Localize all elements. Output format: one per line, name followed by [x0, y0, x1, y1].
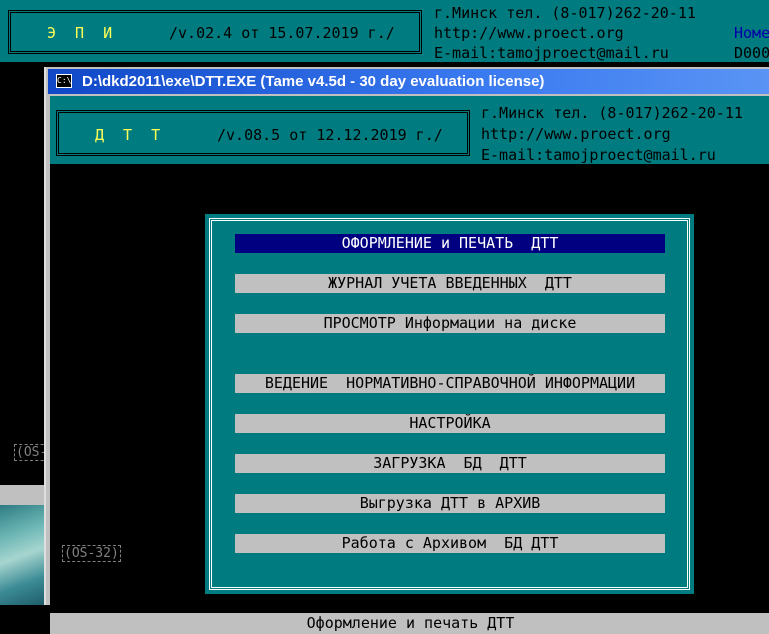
- app-name: Д Т Т: [95, 126, 166, 144]
- app-title-box: Д Т Т /v.08.5 от 12.12.2019 г./: [56, 110, 470, 156]
- menu-item-disk-info-view[interactable]: ПРОСМОТР Информации на диске: [235, 314, 665, 333]
- dtt-window: C:\ D:\dkd2011\exe\DTT.EXE (Tame v4.5d -…: [44, 67, 769, 634]
- menu-item-reference-data[interactable]: ВЕДЕНИЕ НОРМАТИВНО-СПРАВОЧНОЙ ИНФОРМАЦИИ: [235, 374, 665, 393]
- app-version: /v.08.5 от 12.12.2019 г./: [217, 126, 443, 144]
- background-header: Э П И /v.02.4 от 15.07.2019 г./ г.Минск …: [0, 0, 769, 62]
- contact-url: http://www.proect.org: [481, 125, 671, 143]
- background-app-name: Э П И: [47, 24, 118, 42]
- console-icon[interactable]: C:\: [56, 74, 72, 88]
- menu-item-dtt-preparation-print[interactable]: ОФОРМЛЕНИЕ и ПЕЧАТЬ ДТТ: [235, 234, 665, 253]
- background-contact-phone: г.Минск тел. (8-017)262-20-11: [434, 4, 696, 22]
- menu-item-archive-work[interactable]: Работа с Архивом БД ДТТ: [235, 534, 665, 553]
- background-number-label: Номе: [734, 24, 769, 42]
- status-bar: Оформление и печать ДТТ: [50, 613, 769, 634]
- background-contact-url: http://www.proect.org: [434, 24, 624, 42]
- background-window-bottom-edge: [0, 485, 50, 505]
- window-title: D:\dkd2011\exe\DTT.EXE (Tame v4.5d - 30 …: [82, 73, 545, 90]
- menu-item-db-load[interactable]: ЗАГРУЗКА БД ДТТ: [235, 454, 665, 473]
- background-contact-email: E-mail:tamojproect@mail.ru: [434, 44, 669, 62]
- dtt-console: Д Т Т /v.08.5 от 12.12.2019 г./ г.Минск …: [50, 96, 769, 634]
- background-title-box: Э П И /v.02.4 от 15.07.2019 г./: [8, 10, 422, 54]
- background-number-value: D000: [734, 44, 769, 62]
- contact-email: E-mail:tamojproect@mail.ru: [481, 146, 716, 164]
- os-label: (OS-32): [62, 545, 121, 562]
- app-header: Д Т Т /v.08.5 от 12.12.2019 г./ г.Минск …: [50, 96, 769, 164]
- window-title-bar[interactable]: C:\ D:\dkd2011\exe\DTT.EXE (Tame v4.5d -…: [48, 69, 769, 94]
- main-menu-panel: ОФОРМЛЕНИЕ и ПЕЧАТЬ ДТТ ЖУРНАЛ УЧЕТА ВВЕ…: [205, 214, 694, 594]
- background-app-version: /v.02.4 от 15.07.2019 г./: [169, 24, 395, 42]
- menu-item-settings[interactable]: НАСТРОЙКА: [235, 414, 665, 433]
- menu-item-archive-export[interactable]: Выгрузка ДТТ в АРХИВ: [235, 494, 665, 513]
- menu-item-dtt-journal[interactable]: ЖУРНАЛ УЧЕТА ВВЕДЕННЫХ ДТТ: [235, 274, 665, 293]
- contact-phone: г.Минск тел. (8-017)262-20-11: [481, 104, 743, 122]
- desktop-wallpaper: [0, 505, 48, 605]
